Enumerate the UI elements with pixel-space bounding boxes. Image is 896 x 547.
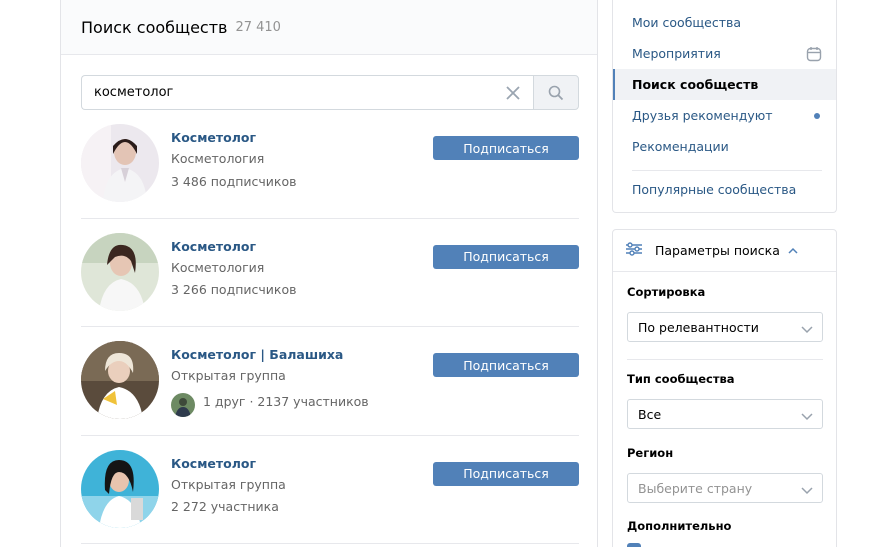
members-text: 3 266 подписчиков <box>171 282 297 297</box>
extra-label: Дополнительно <box>627 519 732 533</box>
clear-icon[interactable] <box>505 85 521 101</box>
region-placeholder: Выберите страну <box>638 480 753 496</box>
extra-checkbox[interactable] <box>627 543 641 547</box>
members-count: 2 272 участника <box>171 498 286 516</box>
type-value: Все <box>638 406 662 422</box>
menu-item-label: Мои сообщества <box>632 15 742 30</box>
search-box <box>81 75 533 110</box>
members-text: 1 друг · 2137 участников <box>203 393 369 409</box>
menu-item-label: Популярные сообщества <box>632 182 797 197</box>
menu-item-my-communities[interactable]: Мои сообщества <box>613 7 836 38</box>
panel-header: Поиск сообществ 27 410 <box>61 0 597 55</box>
subscribe-button[interactable]: Подписаться <box>433 244 579 269</box>
region-label: Регион <box>627 446 674 460</box>
community-name[interactable]: Косметолог <box>171 239 296 254</box>
members-count: 1 друг · 2137 участников <box>171 387 369 417</box>
notification-dot <box>814 113 820 119</box>
params-title: Параметры поиска <box>655 243 780 258</box>
search-row <box>81 75 579 110</box>
members-text: 2 272 участника <box>171 499 279 514</box>
chevron-down-icon <box>801 409 813 424</box>
search-button[interactable] <box>533 75 579 110</box>
calendar-icon[interactable] <box>806 46 822 65</box>
result-info: Косметолог Косметология 3 266 подписчико… <box>171 239 296 299</box>
community-name[interactable]: Косметолог <box>171 130 296 145</box>
list-item: Косметолог Открытая группа 2 272 участни… <box>81 436 579 544</box>
menu-item-events[interactable]: Мероприятия <box>613 38 836 69</box>
community-name[interactable]: Косметолог <box>171 456 286 471</box>
friend-avatar[interactable] <box>171 393 195 417</box>
chevron-down-icon <box>801 483 813 498</box>
search-panel: Поиск сообществ 27 410 косметолог Космет… <box>60 0 598 547</box>
menu-item-popular[interactable]: Популярные сообщества <box>613 174 836 205</box>
type-label: Тип сообщества <box>627 372 735 386</box>
menu-item-recommendations[interactable]: Рекомендации <box>613 131 836 162</box>
avatar[interactable] <box>81 341 159 419</box>
params-divider <box>627 359 823 360</box>
menu-item-label: Рекомендации <box>632 139 729 154</box>
menu-item-label: Мероприятия <box>632 46 721 61</box>
sort-select[interactable]: По релевантности <box>627 312 823 342</box>
page-title: Поиск сообществ <box>81 17 228 37</box>
menu-item-search-communities[interactable]: Поиск сообществ <box>613 69 836 100</box>
members-count: 3 266 подписчиков <box>171 281 296 299</box>
chevron-down-icon <box>801 322 813 337</box>
results-count: 27 410 <box>235 19 281 35</box>
result-info: Косметолог | Балашиха Открытая группа 1 … <box>171 347 369 417</box>
results-list: Косметолог Косметология 3 486 подписчико… <box>81 110 579 544</box>
menu-item-label: Поиск сообществ <box>632 77 759 92</box>
search-icon <box>548 85 564 100</box>
community-type-select[interactable]: Все <box>627 399 823 429</box>
search-input[interactable] <box>82 76 533 109</box>
menu-item-label: Друзья рекомендуют <box>632 108 773 123</box>
community-type: Открытая группа <box>171 476 286 492</box>
community-type: Косметология <box>171 151 265 166</box>
sort-value: По релевантности <box>638 319 759 335</box>
list-item: Косметолог Косметология 3 266 подписчико… <box>81 219 579 327</box>
community-type: Открытая группа <box>171 368 286 383</box>
subscribe-button[interactable]: Подписаться <box>433 136 579 160</box>
avatar[interactable] <box>81 449 159 528</box>
result-info: Косметолог Косметология 3 486 подписчико… <box>171 130 296 190</box>
search-params-panel: Параметры поиска Сортировка По релевантн… <box>612 229 837 547</box>
chevron-up-icon[interactable] <box>788 243 798 258</box>
members-text: 3 486 подписчиков <box>171 173 297 189</box>
communities-menu: Мои сообщества Мероприятия Поиск сообщес… <box>612 0 837 213</box>
avatar[interactable] <box>81 232 159 311</box>
subscribe-button[interactable]: Подписаться <box>433 461 579 486</box>
list-item: Косметолог | Балашиха Открытая группа 1 … <box>81 327 579 436</box>
menu-item-friends-recommend[interactable]: Друзья рекомендуют <box>613 100 836 131</box>
list-item: Косметолог Косметология 3 486 подписчико… <box>81 110 579 219</box>
members-count: 3 486 подписчиков <box>171 172 296 190</box>
community-type: Косметология <box>171 259 265 275</box>
filter-icon <box>625 242 643 259</box>
params-header[interactable]: Параметры поиска <box>613 230 836 272</box>
avatar[interactable] <box>81 124 159 202</box>
region-select[interactable]: Выберите страну <box>627 473 823 503</box>
community-name[interactable]: Косметолог | Балашиха <box>171 347 369 362</box>
result-info: Косметолог Открытая группа 2 272 участни… <box>171 456 286 516</box>
menu-divider <box>632 170 822 171</box>
subscribe-button[interactable]: Подписаться <box>433 353 579 377</box>
sort-label: Сортировка <box>627 285 706 299</box>
